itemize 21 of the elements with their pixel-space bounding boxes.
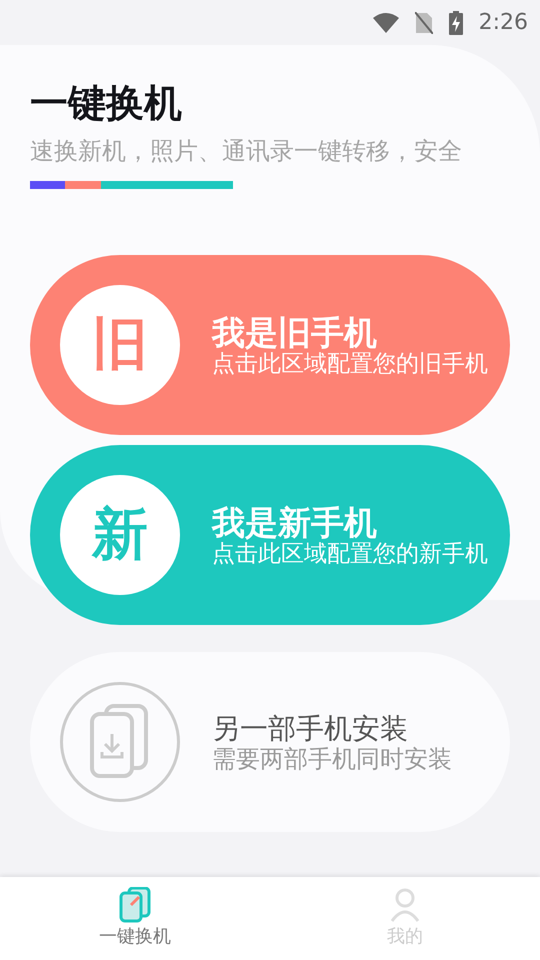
option-title: 我是旧手机 [212,312,378,352]
phone-role-card[interactable]: 新 我是新手机 点击此区域配置您的新手机 [30,445,510,625]
page-subtitle: 速换新机，照片、通讯录一键转移，安全 [30,136,463,167]
option-title: 另一部手机安装 [212,712,409,746]
person-icon [389,887,421,923]
phone-role-card[interactable]: 旧 我是旧手机 点击此区域配置您的旧手机 [30,255,510,435]
no-sim-icon [414,12,433,34]
option-subtitle: 点击此区域配置您的旧手机 [212,352,489,378]
page-title: 一键换机 [30,83,183,125]
install-other-card[interactable]: 另一部手机安装 需要两部手机同时安装 [30,652,510,832]
role-badge: 新 [60,475,180,595]
battery-charging-icon [448,10,463,34]
phone-download-icon [60,682,180,802]
role-badge: 旧 [60,285,180,405]
phones-icon [119,887,151,923]
option-subtitle: 需要两部手机同时安装 [212,746,453,772]
wifi-icon [372,12,399,32]
status-time: 2:26 [478,9,528,37]
option-subtitle: 点击此区域配置您的新手机 [212,542,489,568]
nav-tab[interactable]: 一键换机 [0,877,270,960]
option-title: 我是新手机 [212,502,378,542]
